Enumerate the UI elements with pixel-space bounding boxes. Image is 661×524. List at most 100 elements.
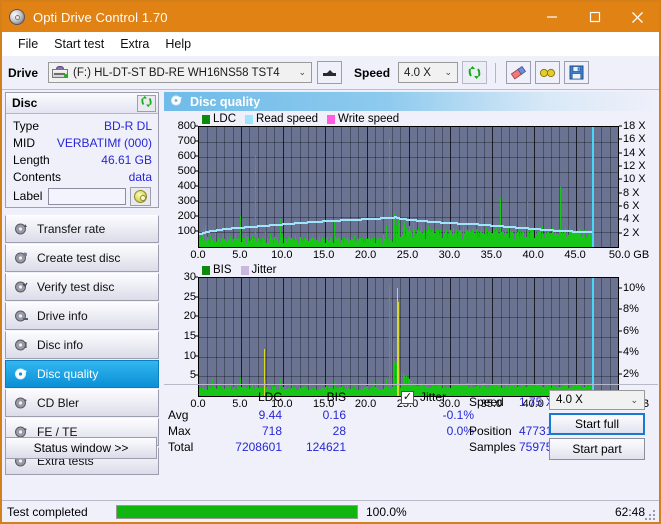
close-icon[interactable] (616, 2, 659, 32)
disc-row-contents: Contents data (6, 168, 158, 185)
disc-key: Contents (13, 169, 62, 184)
sidebar-item-disc-info[interactable]: Disc info (5, 331, 159, 359)
tools-button[interactable] (535, 61, 561, 84)
stats-row-total-label: Total (168, 440, 194, 454)
y2-tick-label: 2 X (623, 226, 640, 239)
menu-start-test[interactable]: Start test (46, 35, 112, 53)
sidebar-item-drive-info[interactable]: Drive info (5, 302, 159, 330)
disc-transfer-icon (14, 222, 28, 236)
y2-tick-label: 6% (623, 324, 639, 337)
y-tick-label: 500 (177, 165, 196, 177)
resize-grip[interactable] (645, 510, 656, 520)
test-speed-value: 4.0 X (556, 394, 583, 406)
disc-create-icon (14, 251, 28, 265)
chart-y-axis-left-top: 100 200 300 400 500 600 700 800 (164, 120, 198, 246)
menu-help[interactable]: Help (157, 35, 199, 53)
erase-button[interactable] (506, 61, 532, 84)
status-message: Test completed (7, 504, 88, 519)
drive-label: Drive (8, 65, 39, 80)
page-title: Disc quality (190, 94, 261, 109)
chart-y-axis-left-bottom: 5 10 15 20 25 30 (164, 271, 198, 395)
content-pane: Disc quality LDC Read speed Write speed … (162, 90, 659, 462)
sidebar-item-create-test-disc[interactable]: Create test disc (5, 244, 159, 272)
sidebar-item-disc-quality[interactable]: Disc quality (5, 360, 159, 388)
title-bar: Opti Drive Control 1.70 (2, 2, 659, 32)
progress-bar (116, 504, 358, 519)
sidebar-item-label: Verify test disc (37, 280, 115, 294)
start-part-button[interactable]: Start part (549, 438, 645, 460)
disc-panel-header: Disc (6, 93, 158, 114)
label-input[interactable] (48, 187, 127, 205)
stats-avg-ldc: 9.44 (258, 408, 282, 422)
x-tick-label: 25.0 (396, 249, 419, 261)
menu-extra[interactable]: Extra (112, 35, 157, 53)
legend-label-jitter: Jitter (251, 264, 277, 276)
stats-total-ldc: 7208601 (235, 440, 282, 454)
label-disc-button[interactable] (130, 186, 152, 206)
sidebar-item-cd-bler[interactable]: CD Bler (5, 389, 159, 417)
sidebar-item-label: Disc info (37, 338, 84, 352)
chart-bar (255, 154, 256, 247)
drive-select[interactable]: (F:) HL-DT-ST BD-RE WH16NS58 TST4 ⌄ (48, 62, 313, 83)
stats-total-bis: 124621 (305, 440, 346, 454)
refresh-icon (467, 65, 482, 80)
jitter-label: Jitter (420, 390, 447, 404)
stats-row-max-label: Max (168, 424, 191, 438)
app-icon (9, 8, 26, 26)
y2-tick-label: 8% (623, 303, 639, 316)
menu-bar: File Start test Extra Help (2, 32, 659, 56)
save-icon (569, 65, 584, 80)
legend-label-bis: BIS (213, 264, 232, 276)
minimize-icon[interactable] (530, 2, 573, 32)
disc-refresh-button[interactable] (137, 94, 156, 112)
window-title: Opti Drive Control 1.70 (33, 9, 168, 25)
x-tick-label: 5.0 (232, 249, 248, 261)
disc-key: Length (13, 152, 50, 167)
progress-fill (117, 505, 357, 518)
y2-tick-label: 6 X (623, 200, 640, 212)
eject-button[interactable] (317, 61, 343, 84)
sidebar-item-label: CD Bler (37, 396, 80, 410)
x-tick-label: 40.0 (522, 249, 544, 261)
eraser-icon (510, 65, 527, 80)
status-window-button[interactable]: Status window >> (5, 437, 157, 459)
jitter-checkbox[interactable]: ✓ (401, 391, 414, 404)
disc-bler-icon (14, 396, 28, 410)
stats-col-bis: BIS (326, 390, 346, 404)
nav-list: Transfer rate Create test disc Verify te… (5, 215, 159, 475)
sidebar-item-label: Drive info (37, 309, 88, 323)
maximize-icon[interactable] (573, 2, 616, 32)
y2-tick-label: 4 X (623, 213, 640, 226)
save-button[interactable] (564, 61, 590, 84)
stats-col-ldc: LDC (257, 390, 282, 404)
y2-tick-label: 10 X (623, 173, 646, 186)
disc-info-icon (14, 338, 28, 352)
stats-max-ldc: 718 (261, 424, 282, 438)
speed-select[interactable]: 4.0 X ⌄ (398, 62, 459, 83)
y-tick-label: 100 (177, 225, 196, 237)
chart-plot-bottom (198, 277, 619, 397)
y2-tick-label: 16 X (623, 133, 646, 146)
refresh-button[interactable] (462, 61, 488, 84)
y-tick-label: 600 (177, 150, 196, 162)
y2-tick-label: 18 X (623, 120, 646, 132)
test-speed-select[interactable]: 4.0 X ⌄ (549, 390, 645, 410)
legend-swatch-read-speed (245, 114, 254, 124)
menu-file[interactable]: File (10, 35, 46, 53)
elapsed-time: 62:48 (614, 504, 645, 519)
sidebar-item-transfer-rate[interactable]: Transfer rate (5, 215, 159, 243)
x-tick-label: 45.0 (564, 249, 586, 261)
x-tick-label: 20.0 (354, 249, 377, 261)
disc-value: VERBATIMf (000) (56, 135, 152, 150)
chart-bar (391, 301, 392, 396)
toolbar-separator (495, 62, 497, 83)
disc-quality-icon (14, 367, 28, 381)
speed-label: Speed (354, 65, 391, 80)
legend-label-read-speed: Read speed (256, 113, 319, 125)
y2-tick-label: 8 X (623, 186, 640, 199)
x-tick-label: 10.0 (271, 249, 293, 261)
legend-label-write-speed: Write speed (338, 113, 400, 125)
start-full-button[interactable]: Start full (549, 413, 645, 435)
sidebar-item-verify-test-disc[interactable]: Verify test disc (5, 273, 159, 301)
stats-avg-jitter: -0.1% (442, 408, 474, 422)
